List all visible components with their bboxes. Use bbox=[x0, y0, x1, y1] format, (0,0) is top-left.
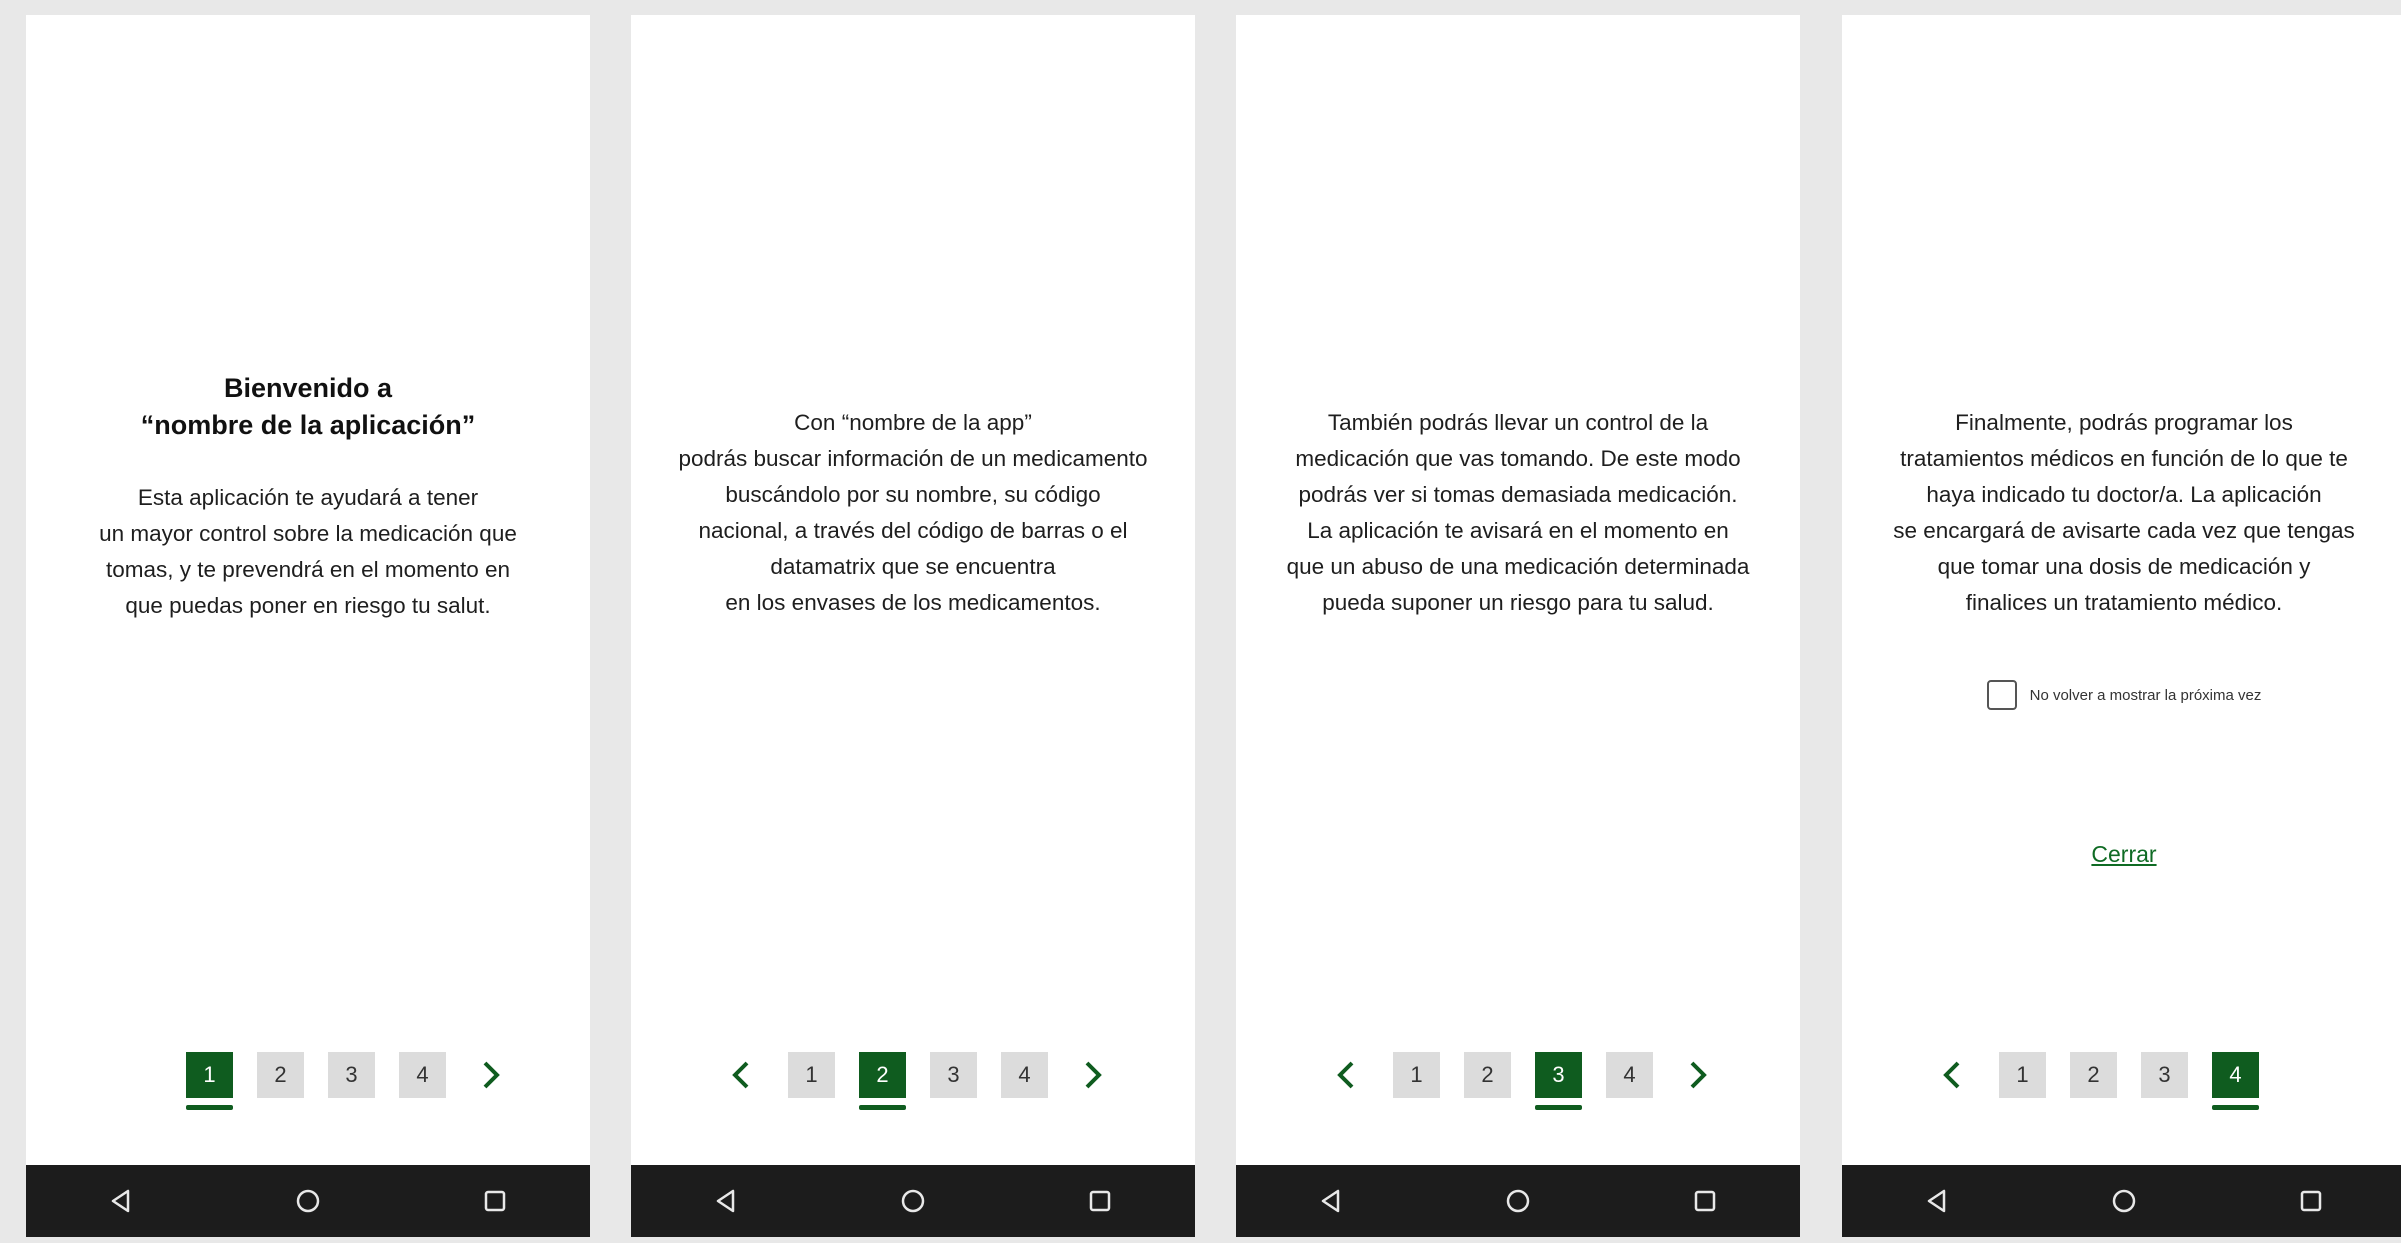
description-line: Con “nombre de la app” bbox=[794, 410, 1032, 435]
nav-home-button[interactable] bbox=[1495, 1165, 1541, 1237]
page-3-button[interactable]: 3 bbox=[328, 1052, 375, 1098]
description-line: finalices un tratamiento médico. bbox=[1965, 590, 2283, 615]
recents-square-icon bbox=[1694, 1190, 1716, 1212]
nav-back-button[interactable] bbox=[98, 1165, 144, 1237]
screen-4-description: Finalmente, podrás programar los tratami… bbox=[1842, 405, 2401, 621]
onboarding-screen-4: Finalmente, podrás programar los tratami… bbox=[1842, 15, 2401, 1237]
chevron-right-icon bbox=[1085, 1061, 1102, 1089]
next-page-button[interactable] bbox=[1681, 1055, 1715, 1095]
description-line: tomas, y te prevendrá en el momento en bbox=[106, 557, 510, 582]
page-2-button[interactable]: 2 bbox=[1464, 1052, 1511, 1098]
recents-square-icon bbox=[1089, 1190, 1111, 1212]
page-indicator: 1 2 3 4 bbox=[724, 1052, 1110, 1110]
home-circle-icon bbox=[2112, 1189, 2136, 1213]
welcome-title-line-1: Bienvenido a bbox=[223, 373, 393, 403]
description-line: datamatrix que se encuentra bbox=[770, 554, 1056, 579]
page-2-button[interactable]: 2 bbox=[859, 1052, 906, 1110]
home-circle-icon bbox=[901, 1189, 925, 1213]
back-triangle-icon bbox=[716, 1189, 735, 1213]
android-navigation-bar bbox=[631, 1165, 1195, 1237]
page-1-button[interactable]: 1 bbox=[186, 1052, 233, 1110]
description-line: nacional, a través del código de barras … bbox=[698, 518, 1128, 543]
next-page-button[interactable] bbox=[1076, 1055, 1110, 1095]
welcome-title-line-2: “nombre de la aplicación” bbox=[140, 410, 476, 440]
recents-square-icon bbox=[484, 1190, 506, 1212]
page-3-button[interactable]: 3 bbox=[930, 1052, 977, 1098]
page-1-button[interactable]: 1 bbox=[788, 1052, 835, 1098]
dont-show-again-row: No volver a mostrar la próxima vez bbox=[1842, 680, 2401, 710]
nav-recents-button[interactable] bbox=[2288, 1165, 2334, 1237]
page-indicator: 1 2 3 4 bbox=[1329, 1052, 1715, 1110]
description-line: pueda suponer un riesgo para tu salud. bbox=[1322, 590, 1714, 615]
description-line: que tomar una dosis de medicación y bbox=[1937, 554, 2311, 579]
page-3-button[interactable]: 3 bbox=[1535, 1052, 1582, 1110]
welcome-title: Bienvenido a “nombre de la aplicación” bbox=[26, 370, 590, 444]
page-4-button[interactable]: 4 bbox=[2212, 1052, 2259, 1110]
description-line: que un abuso de una medicación determina… bbox=[1286, 554, 1750, 579]
nav-recents-button[interactable] bbox=[472, 1165, 518, 1237]
description-line: que puedas poner en riesgo tu salut. bbox=[125, 593, 491, 618]
description-line: en los envases de los medicamentos. bbox=[725, 590, 1101, 615]
description-line: se encargará de avisarte cada vez que te… bbox=[1893, 518, 2355, 543]
android-navigation-bar bbox=[1236, 1165, 1800, 1237]
screen-1-description: Esta aplicación te ayudará a tener un ma… bbox=[26, 480, 590, 624]
close-link[interactable]: Cerrar bbox=[1842, 841, 2401, 868]
android-navigation-bar bbox=[1842, 1165, 2401, 1237]
page-2-button[interactable]: 2 bbox=[257, 1052, 304, 1098]
screen-2-description: Con “nombre de la app” podrás buscar inf… bbox=[631, 405, 1195, 621]
description-line: medicación que vas tomando. De este modo bbox=[1295, 446, 1741, 471]
chevron-right-icon bbox=[483, 1061, 500, 1089]
dont-show-again-label[interactable]: No volver a mostrar la próxima vez bbox=[2030, 687, 2262, 704]
chevron-left-icon bbox=[732, 1061, 749, 1089]
chevron-left-icon bbox=[1337, 1061, 1354, 1089]
back-triangle-icon bbox=[1927, 1189, 1946, 1213]
page-4-button[interactable]: 4 bbox=[1606, 1052, 1653, 1098]
home-circle-icon bbox=[1506, 1189, 1530, 1213]
nav-back-button[interactable] bbox=[1308, 1165, 1354, 1237]
onboarding-screen-3: También podrás llevar un control de la m… bbox=[1236, 15, 1800, 1237]
nav-recents-button[interactable] bbox=[1682, 1165, 1728, 1237]
recents-square-icon bbox=[2300, 1190, 2322, 1212]
prev-page-button[interactable] bbox=[1329, 1055, 1363, 1095]
page-4-button[interactable]: 4 bbox=[399, 1052, 446, 1098]
description-line: La aplicación te avisará en el momento e… bbox=[1307, 518, 1729, 543]
nav-back-button[interactable] bbox=[1914, 1165, 1960, 1237]
chevron-left-icon bbox=[1943, 1061, 1960, 1089]
onboarding-screen-2: Con “nombre de la app” podrás buscar inf… bbox=[631, 15, 1195, 1237]
page-2-button[interactable]: 2 bbox=[2070, 1052, 2117, 1098]
page-3-button[interactable]: 3 bbox=[2141, 1052, 2188, 1098]
android-navigation-bar bbox=[26, 1165, 590, 1237]
description-line: Esta aplicación te ayudará a tener bbox=[137, 485, 479, 510]
back-triangle-icon bbox=[111, 1189, 130, 1213]
screen-3-description: También podrás llevar un control de la m… bbox=[1236, 405, 1800, 621]
description-line: podrás ver si tomas demasiada medicación… bbox=[1298, 482, 1738, 507]
description-line: buscándolo por su nombre, su código bbox=[725, 482, 1101, 507]
back-triangle-icon bbox=[1321, 1189, 1340, 1213]
nav-back-button[interactable] bbox=[703, 1165, 749, 1237]
nav-home-button[interactable] bbox=[2101, 1165, 2147, 1237]
page-indicator: 1 2 3 4 bbox=[1935, 1052, 2271, 1110]
next-page-button[interactable] bbox=[474, 1055, 508, 1095]
description-line: un mayor control sobre la medicación que bbox=[99, 521, 517, 546]
description-line: tratamientos médicos en función de lo qu… bbox=[1900, 446, 2348, 471]
prev-page-button[interactable] bbox=[724, 1055, 758, 1095]
page-1-button[interactable]: 1 bbox=[1393, 1052, 1440, 1098]
page-indicator: 1 2 3 4 bbox=[174, 1052, 508, 1110]
onboarding-screen-1: Bienvenido a “nombre de la aplicación” E… bbox=[26, 15, 590, 1237]
description-line: haya indicado tu doctor/a. La aplicación bbox=[1926, 482, 2322, 507]
page-1-button[interactable]: 1 bbox=[1999, 1052, 2046, 1098]
description-line: Finalmente, podrás programar los bbox=[1955, 410, 2293, 435]
home-circle-icon bbox=[296, 1189, 320, 1213]
dont-show-again-checkbox[interactable] bbox=[1986, 680, 2017, 710]
nav-home-button[interactable] bbox=[285, 1165, 331, 1237]
prev-page-button[interactable] bbox=[1935, 1055, 1969, 1095]
nav-recents-button[interactable] bbox=[1077, 1165, 1123, 1237]
description-line: También podrás llevar un control de la bbox=[1327, 410, 1709, 435]
description-line: podrás buscar información de un medicame… bbox=[678, 446, 1148, 471]
nav-home-button[interactable] bbox=[890, 1165, 936, 1237]
chevron-right-icon bbox=[1690, 1061, 1707, 1089]
page-4-button[interactable]: 4 bbox=[1001, 1052, 1048, 1098]
